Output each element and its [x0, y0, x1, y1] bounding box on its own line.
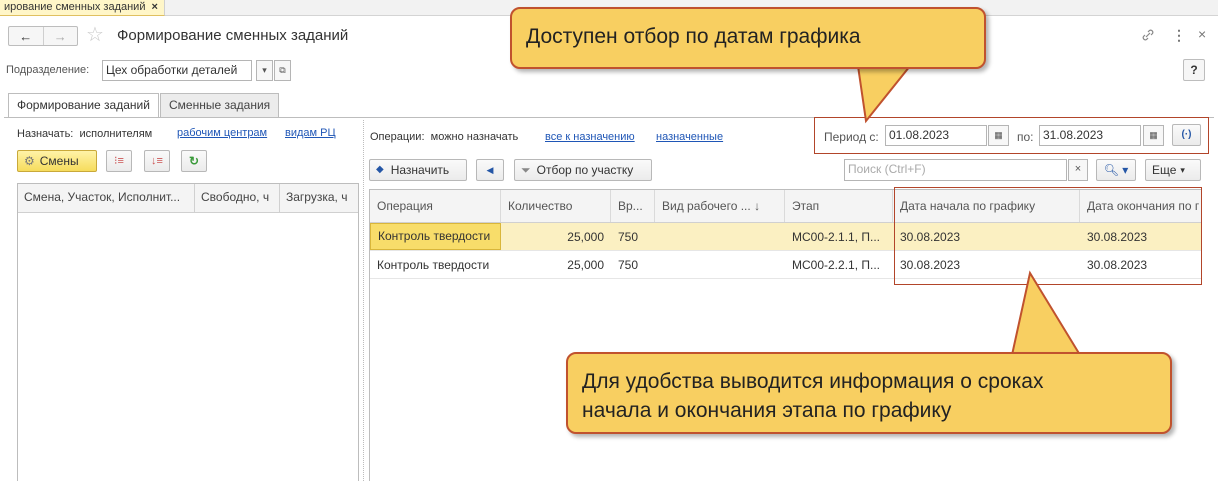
bottom-callout-pointer — [1010, 270, 1082, 356]
top-callout: Доступен отбор по датам графика — [510, 7, 986, 69]
top-callout-text: Доступен отбор по датам графика — [526, 25, 861, 48]
bottom-callout: Для удобства выводится информация о срок… — [566, 352, 1172, 434]
tab-form-tasks[interactable]: Формирование заданий — [8, 93, 159, 117]
bottom-callout-line1: Для удобства выводится информация о срок… — [582, 370, 1044, 393]
top-callout-pointer — [856, 65, 913, 124]
bottom-callout-line2: начала и окончания этапа по графику — [582, 399, 952, 422]
